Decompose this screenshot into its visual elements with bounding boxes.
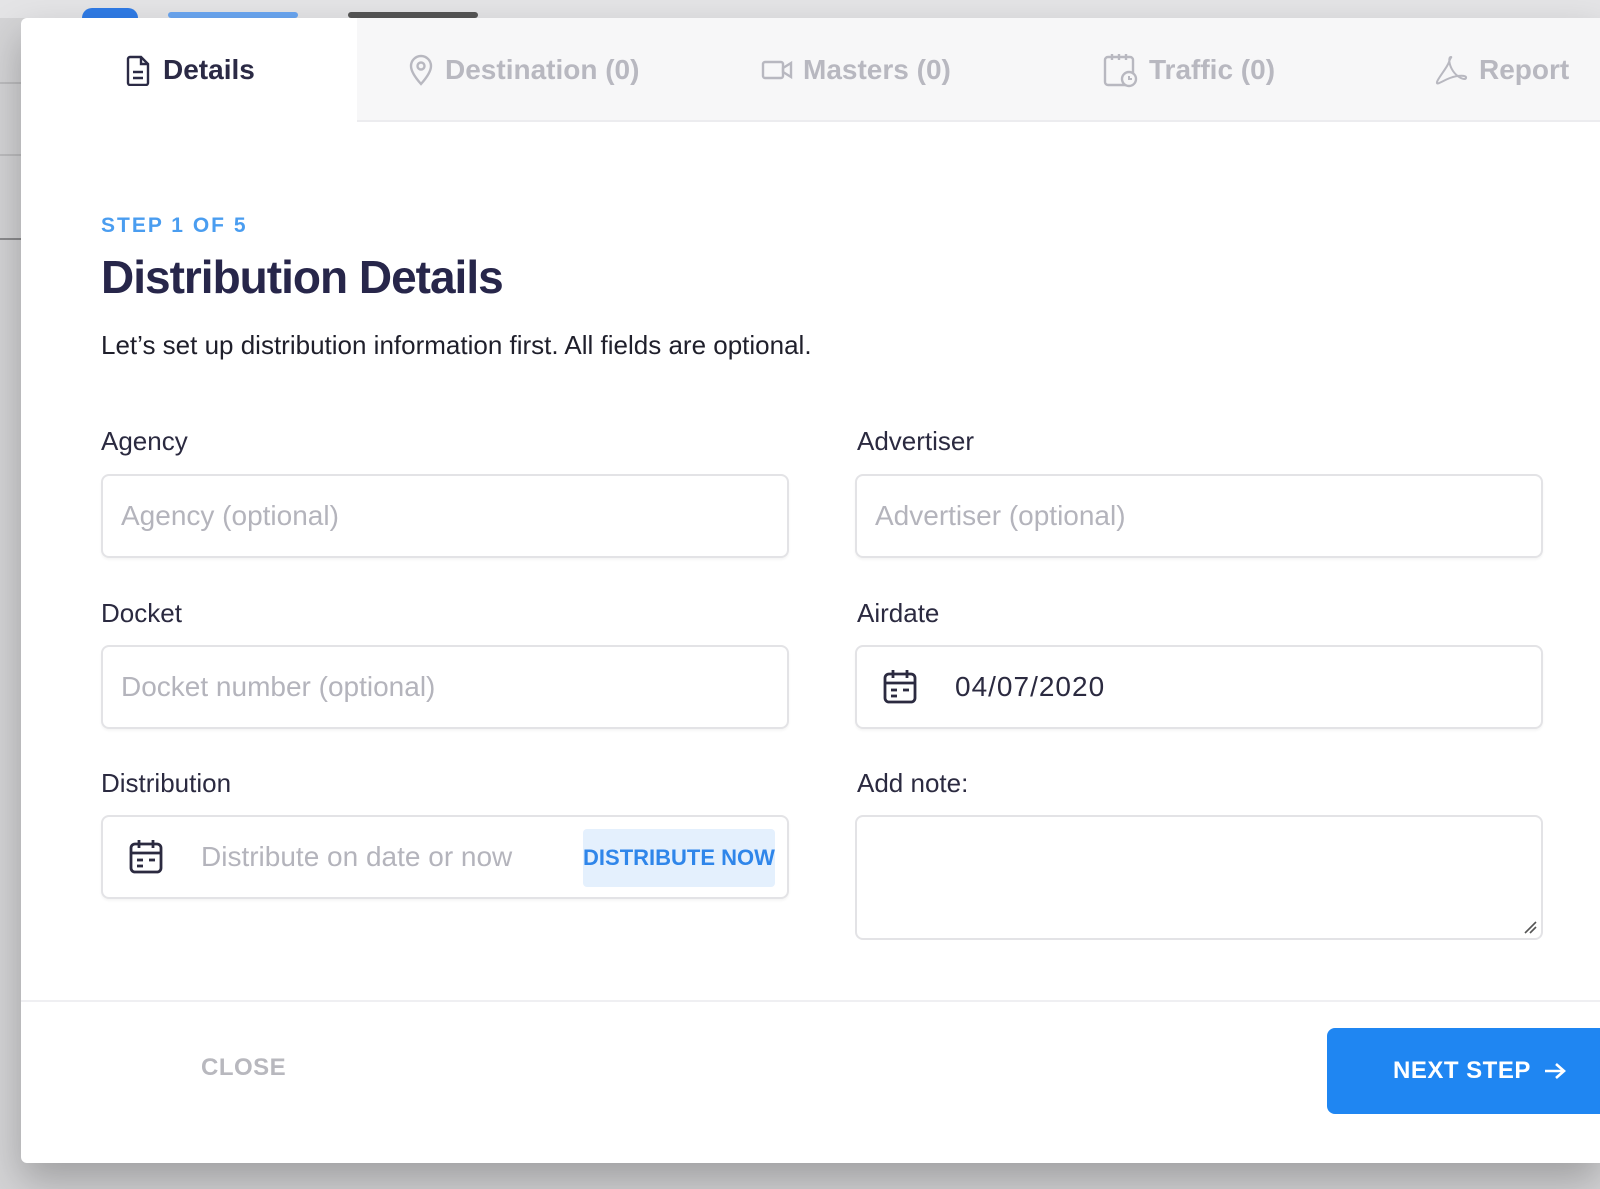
location-pin-icon	[409, 54, 433, 86]
tab-traffic[interactable]: Traffic (0)	[1103, 18, 1275, 122]
note-textarea[interactable]	[855, 815, 1543, 940]
background-pill	[82, 8, 138, 18]
tab-label: Details	[163, 54, 255, 85]
background-divider	[0, 154, 22, 156]
docket-field[interactable]	[101, 645, 789, 729]
agency-label: Agency	[101, 426, 188, 456]
background-divider	[0, 82, 22, 84]
footer-divider	[21, 1000, 1600, 1002]
step-indicator: STEP 1 OF 5	[101, 214, 248, 237]
tab-label: Destination (0)	[445, 54, 640, 85]
step-tabs: Details Destination (0) Masters (0) Traf…	[21, 18, 1600, 122]
tab-report[interactable]: Report	[1433, 18, 1569, 122]
next-step-button[interactable]: NEXT STEP	[1327, 1028, 1600, 1114]
tab-label: Traffic (0)	[1149, 54, 1276, 85]
tab-details[interactable]: Details	[123, 18, 255, 122]
distribution-field[interactable]: Distribute on date or now DISTRIBUTE NOW	[101, 815, 789, 899]
distribution-modal: Details Destination (0) Masters (0) Traf…	[21, 18, 1600, 1163]
next-step-label: NEXT STEP	[1393, 1057, 1531, 1084]
calendar-icon	[883, 670, 917, 704]
agency-input[interactable]	[121, 500, 787, 532]
tab-label: Masters (0)	[803, 54, 951, 85]
arrow-right-icon	[1544, 1063, 1566, 1079]
advertiser-field[interactable]	[855, 474, 1543, 558]
tab-label: Report	[1479, 54, 1570, 85]
agency-field[interactable]	[101, 474, 789, 558]
note-label: Add note:	[857, 768, 969, 798]
distribute-now-button[interactable]: DISTRIBUTE NOW	[583, 829, 775, 887]
airdate-value: 04/07/2020	[955, 671, 1106, 702]
distribution-placeholder: Distribute on date or now	[201, 841, 513, 872]
page-title: Distribution Details	[101, 251, 504, 303]
resize-grip-icon[interactable]	[1523, 920, 1537, 934]
pdf-icon	[1435, 55, 1468, 85]
docket-input[interactable]	[121, 671, 787, 703]
airdate-field[interactable]: 04/07/2020	[855, 645, 1543, 729]
distribution-label: Distribution	[101, 768, 232, 798]
tab-destination[interactable]: Destination (0)	[407, 18, 639, 122]
airdate-label: Airdate	[857, 598, 940, 628]
docket-label: Docket	[101, 598, 182, 628]
document-icon	[126, 55, 150, 86]
tab-masters[interactable]: Masters (0)	[761, 18, 951, 122]
page-subtitle: Let’s set up distribution information fi…	[101, 330, 812, 360]
advertiser-label: Advertiser	[857, 426, 975, 456]
calendar-clock-icon	[1103, 54, 1138, 88]
background-divider	[0, 238, 22, 240]
calendar-icon	[129, 840, 163, 874]
background-topbar	[0, 0, 1600, 18]
video-camera-icon	[761, 60, 793, 80]
advertiser-input[interactable]	[875, 500, 1541, 532]
close-button[interactable]: CLOSE	[201, 1054, 286, 1082]
